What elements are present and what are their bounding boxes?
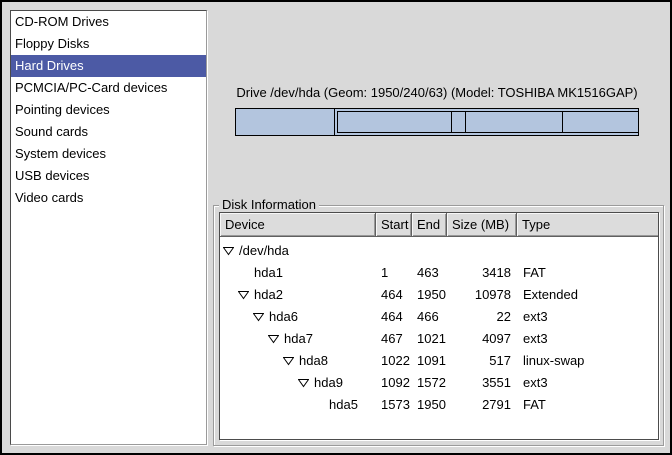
sidebar-item-pcmcia-pc-card-devices[interactable]: PCMCIA/PC-Card devices (11, 77, 206, 99)
expander-icon[interactable] (268, 334, 279, 344)
table-row-hda6[interactable]: hda6 46446622ext3 (220, 306, 658, 328)
sidebar-item-cd-rom-drives[interactable]: CD-ROM Drives (11, 11, 206, 33)
type-cell: Extended (517, 284, 658, 306)
sidebar-item-usb-devices[interactable]: USB devices (11, 165, 206, 187)
size-cell: 3551 (447, 372, 517, 394)
drive-title: Drive /dev/hda (Geom: 1950/240/63) (Mode… (235, 85, 639, 100)
type-cell: ext3 (517, 372, 658, 394)
device-label: /dev/hda (239, 240, 289, 262)
table-row-hda7[interactable]: hda7 46710214097ext3 (220, 328, 658, 350)
size-cell: 517 (447, 350, 517, 372)
disk-table-body: /dev/hdahda114633418FAThda2464195010978E… (220, 237, 658, 416)
device-category-list: CD-ROM DrivesFloppy DisksHard DrivesPCMC… (10, 10, 207, 445)
table-row-hda2[interactable]: hda2 464195010978Extended (220, 284, 658, 306)
disk-table: DeviceStartEndSize (MB)Type /dev/hdahda1… (219, 212, 659, 440)
table-row-hda9[interactable]: hda9 109215723551ext3 (220, 372, 658, 394)
column-header-type[interactable]: Type (517, 213, 658, 237)
size-cell: 3418 (447, 262, 517, 284)
size-cell: 22 (447, 306, 517, 328)
table-row-hda8[interactable]: hda8 10221091517linux-swap (220, 350, 658, 372)
type-cell: ext3 (517, 328, 658, 350)
device-cell: /dev/hda (220, 240, 376, 262)
start-cell: 1573 (376, 394, 412, 416)
type-cell: linux-swap (517, 350, 658, 372)
device-cell: hda9 (220, 372, 376, 394)
column-header-end[interactable]: End (412, 213, 447, 237)
device-label: hda8 (299, 350, 328, 372)
expander-icon[interactable] (238, 290, 249, 300)
device-cell: hda2 (220, 284, 376, 306)
hardware-browser-window: { "sidebar": { "selection_color": "#4c5a… (0, 0, 672, 455)
size-cell (447, 240, 517, 262)
table-row-dev-hda[interactable]: /dev/hda (220, 240, 658, 262)
end-cell: 466 (412, 306, 447, 328)
sidebar-item-video-cards[interactable]: Video cards (11, 187, 206, 209)
size-cell: 10978 (447, 284, 517, 306)
size-cell: 4097 (447, 328, 517, 350)
partition-divider (465, 112, 466, 132)
start-cell (376, 240, 412, 262)
partition-bar (235, 108, 639, 136)
type-cell: ext3 (517, 306, 658, 328)
type-cell: FAT (517, 262, 658, 284)
sidebar-item-sound-cards[interactable]: Sound cards (11, 121, 206, 143)
sidebar-item-pointing-devices[interactable]: Pointing devices (11, 99, 206, 121)
partition-divider (562, 112, 563, 132)
table-row-hda5[interactable]: hda5 157319502791FAT (220, 394, 658, 416)
expander-icon[interactable] (298, 378, 309, 388)
sidebar-item-hard-drives[interactable]: Hard Drives (11, 55, 206, 77)
end-cell: 1572 (412, 372, 447, 394)
start-cell: 1022 (376, 350, 412, 372)
device-label: hda5 (329, 394, 358, 416)
device-label: hda1 (254, 262, 283, 284)
start-cell: 464 (376, 284, 412, 306)
device-label: hda6 (269, 306, 298, 328)
end-cell: 1950 (412, 394, 447, 416)
expander-icon[interactable] (223, 246, 234, 256)
device-label: hda7 (284, 328, 313, 350)
device-cell: hda5 (220, 394, 376, 416)
partition-segment-hda1[interactable] (236, 109, 335, 135)
device-cell: hda7 (220, 328, 376, 350)
device-label: hda2 (254, 284, 283, 306)
column-header-device[interactable]: Device (220, 213, 376, 237)
disk-information-frame: Disk Information DeviceStartEndSize (MB)… (213, 205, 664, 446)
device-cell: hda8 (220, 350, 376, 372)
sidebar-item-system-devices[interactable]: System devices (11, 143, 206, 165)
end-cell (412, 240, 447, 262)
start-cell: 464 (376, 306, 412, 328)
type-cell (517, 240, 658, 262)
column-header-start[interactable]: Start (376, 213, 412, 237)
start-cell: 467 (376, 328, 412, 350)
start-cell: 1 (376, 262, 412, 284)
device-label: hda9 (314, 372, 343, 394)
size-cell: 2791 (447, 394, 517, 416)
sidebar-item-floppy-disks[interactable]: Floppy Disks (11, 33, 206, 55)
table-row-hda1[interactable]: hda1 14633418FAT (220, 262, 658, 284)
disk-table-header: DeviceStartEndSize (MB)Type (220, 213, 658, 237)
type-cell: FAT (517, 394, 658, 416)
expander-icon[interactable] (283, 356, 294, 366)
end-cell: 1091 (412, 350, 447, 372)
device-cell: hda6 (220, 306, 376, 328)
end-cell: 1021 (412, 328, 447, 350)
end-cell: 463 (412, 262, 447, 284)
partition-extended-hda2[interactable] (337, 111, 638, 133)
disk-information-label: Disk Information (219, 197, 319, 213)
column-header-size-mb[interactable]: Size (MB) (447, 213, 517, 237)
end-cell: 1950 (412, 284, 447, 306)
partition-divider (451, 112, 452, 132)
start-cell: 1092 (376, 372, 412, 394)
expander-icon[interactable] (253, 312, 264, 322)
device-cell: hda1 (220, 262, 376, 284)
